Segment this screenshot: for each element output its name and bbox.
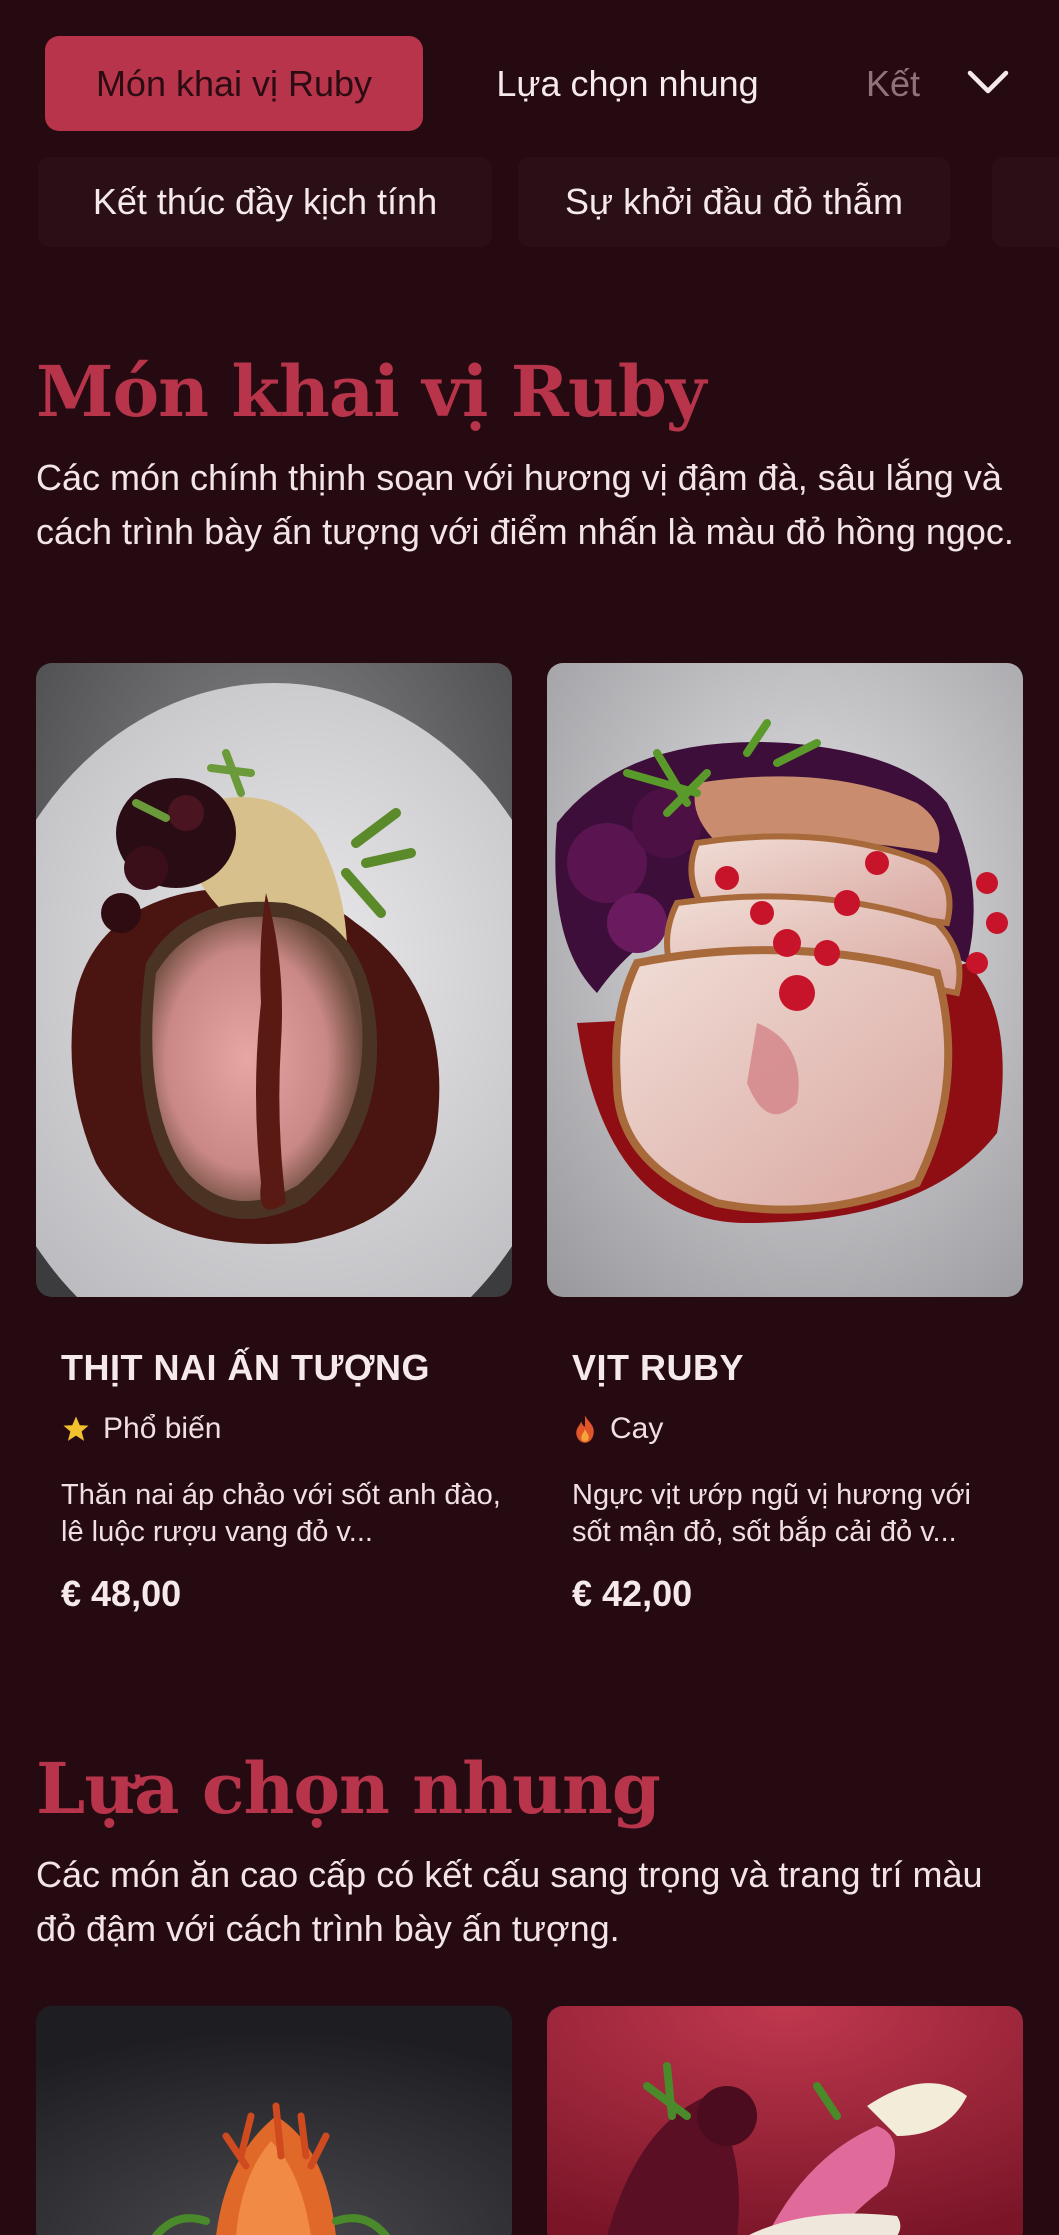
dish-image-venison	[36, 663, 512, 1297]
dish-image-velvet-2	[547, 2006, 1023, 2235]
chevron-down-icon[interactable]	[964, 64, 1012, 100]
section-title-velvet: Lựa chọn nhung	[36, 1747, 661, 1830]
menu-card-ruby-duck[interactable]: VỊT RUBY Cay Ngực vịt ướp ngũ vị hương v…	[547, 663, 1023, 1643]
menu-card-venison[interactable]: THỊT NAI ẤN TƯỢNG Phổ biến Thăn nai áp c…	[36, 663, 512, 1643]
section-title-ruby: Món khai vị Ruby	[36, 350, 706, 433]
card-body-ruby-duck: VỊT RUBY Cay Ngực vịt ướp ngũ vị hương v…	[572, 1347, 1012, 1615]
tab-ruby-appetizers[interactable]: Món khai vị Ruby	[45, 36, 423, 131]
menu-card-velvet-1[interactable]	[36, 2006, 512, 2235]
star-icon	[63, 1416, 89, 1441]
flame-icon	[576, 1415, 594, 1443]
dish-price: € 48,00	[61, 1573, 182, 1614]
dish-description: Thăn nai áp chảo với sốt anh đào, lê luộ…	[61, 1479, 501, 1548]
menu-card-velvet-2[interactable]	[547, 2006, 1023, 2235]
tab-finale-truncated[interactable]: Kết	[866, 36, 936, 131]
section-description-velvet: Các món ăn cao cấp có kết cấu sang trọng…	[36, 1854, 983, 1949]
tab-crimson-beginning[interactable]: Sự khởi đầu đỏ thẫm	[518, 157, 950, 247]
dish-tag: Phổ biến	[61, 1409, 501, 1449]
dish-name: VỊT RUBY	[572, 1347, 745, 1388]
dish-tag-label: Cay	[610, 1412, 664, 1445]
dish-tag-label: Phổ biến	[103, 1412, 222, 1445]
card-body-venison: THỊT NAI ẤN TƯỢNG Phổ biến Thăn nai áp c…	[61, 1347, 501, 1615]
tab-velvet-selection[interactable]: Lựa chọn nhung	[470, 36, 785, 131]
category-tab-bar: Món khai vị Ruby Lựa chọn nhung Kết	[0, 0, 1059, 160]
dish-name: THỊT NAI ẤN TƯỢNG	[61, 1347, 431, 1388]
dish-image-velvet-1	[36, 2006, 512, 2235]
section-description-ruby: Các món chính thịnh soạn với hương vị đậ…	[36, 457, 1014, 552]
dish-description: Ngực vịt ướp ngũ vị hương với sốt mận đỏ…	[572, 1479, 971, 1548]
tab-overflow-edge	[992, 157, 1059, 247]
tab-dramatic-finale[interactable]: Kết thúc đầy kịch tính	[38, 157, 492, 247]
dish-image-ruby-duck	[547, 663, 1023, 1297]
dish-price: € 42,00	[572, 1573, 693, 1614]
dish-tag: Cay	[572, 1409, 1012, 1449]
